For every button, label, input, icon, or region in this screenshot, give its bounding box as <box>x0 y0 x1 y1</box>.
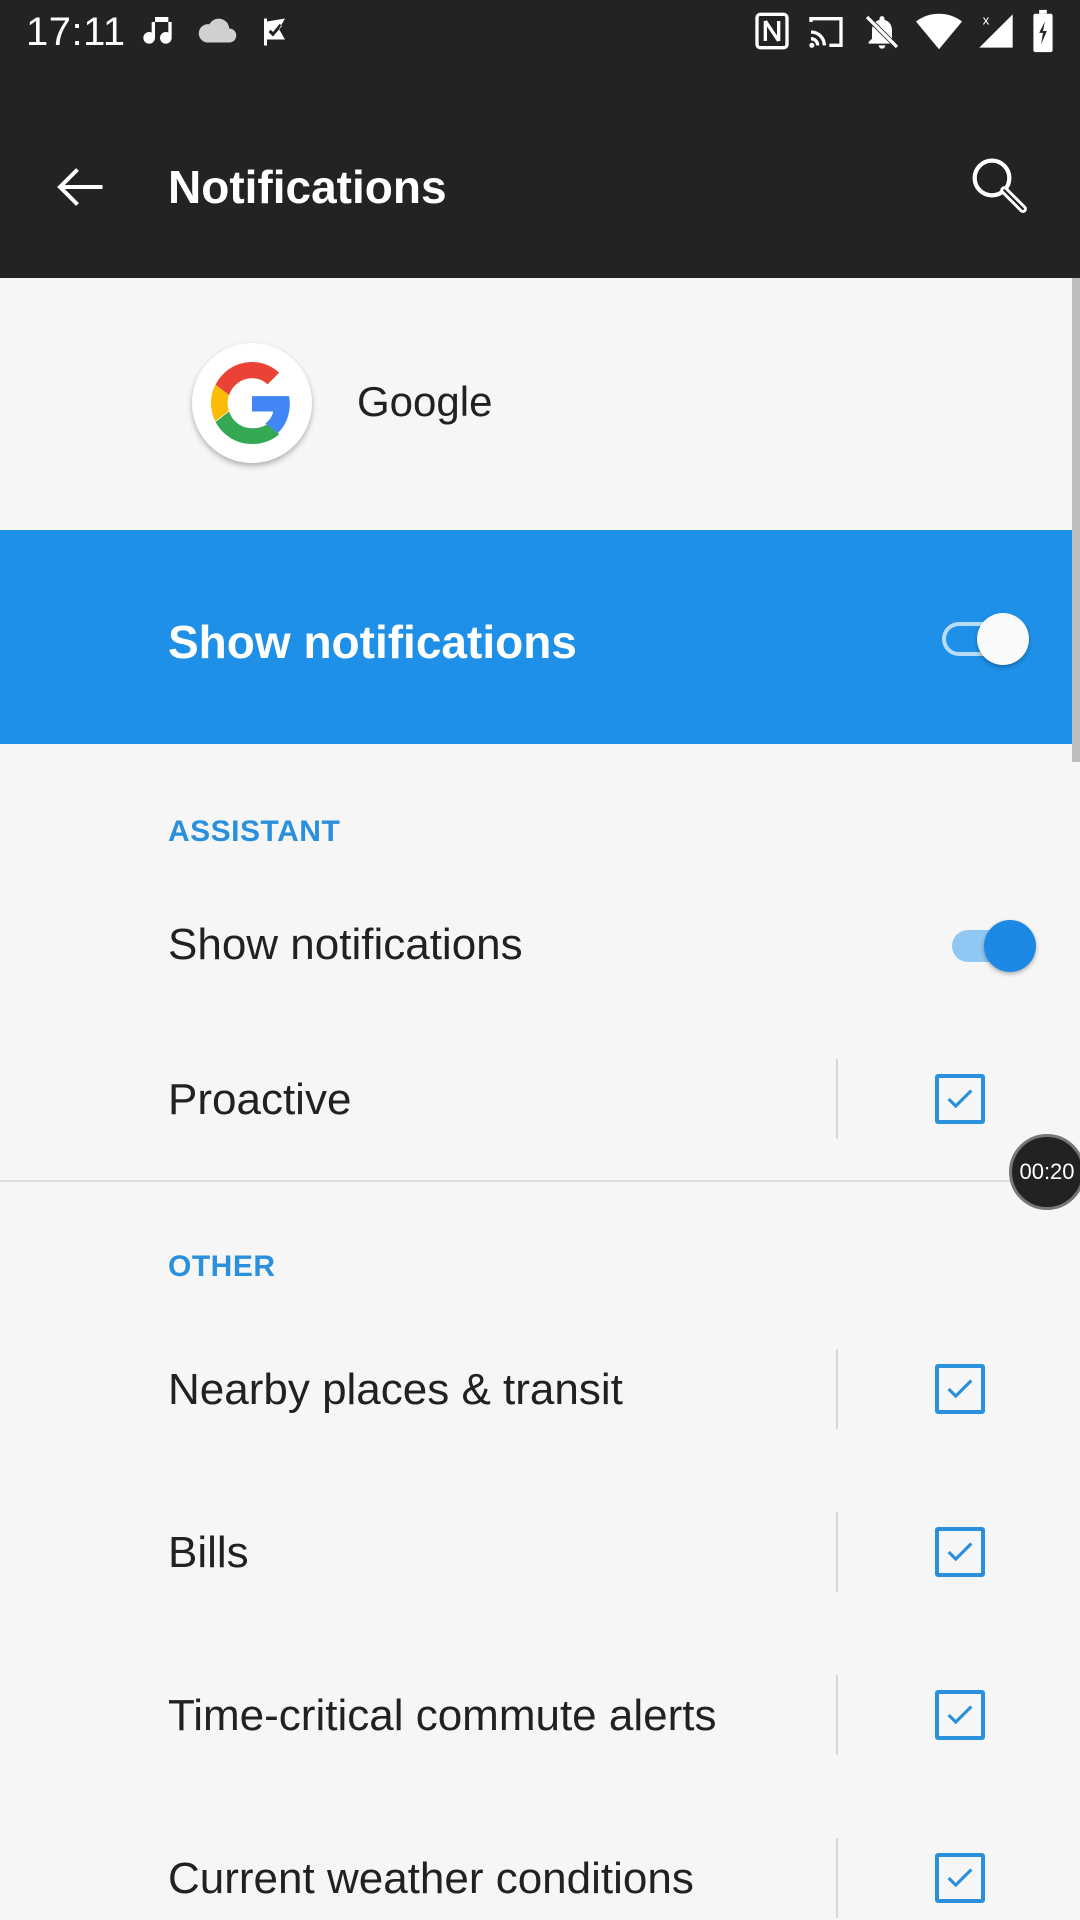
row-divider <box>836 1512 838 1592</box>
weather-checkbox[interactable] <box>935 1853 985 1903</box>
proactive-checkbox[interactable] <box>935 1074 985 1124</box>
cloud-icon <box>198 18 237 43</box>
check-icon <box>947 1705 973 1725</box>
music-note-icon <box>143 17 172 44</box>
cast-icon <box>809 17 843 48</box>
battery-charging-icon <box>1033 9 1053 53</box>
scrollbar[interactable] <box>1072 278 1080 762</box>
section-header-other: OTHER <box>168 1250 276 1283</box>
page-title: Notifications <box>168 161 447 213</box>
nearby-places-checkbox[interactable] <box>935 1364 985 1414</box>
arrow-back-icon[interactable] <box>50 157 110 217</box>
list-item-label: Time-critical commute alerts <box>168 1691 717 1740</box>
status-bar: 17:11 x <box>0 0 1080 64</box>
row-divider <box>836 1838 838 1918</box>
row-divider <box>836 1675 838 1755</box>
check-icon <box>947 1379 973 1399</box>
check-flag-icon <box>264 18 285 46</box>
check-icon <box>947 1089 973 1109</box>
commute-alerts-checkbox[interactable] <box>935 1690 985 1740</box>
nfc-icon <box>755 12 789 50</box>
list-item-label: Current weather conditions <box>168 1854 694 1903</box>
wifi-icon <box>916 13 962 50</box>
assistant-switch-thumb[interactable] <box>984 920 1036 972</box>
app-name: Google <box>357 378 493 425</box>
row-divider <box>836 1349 838 1429</box>
row-divider <box>836 1059 838 1139</box>
check-icon <box>947 1868 973 1888</box>
master-show-notifications-row[interactable]: Show notifications <box>0 530 1080 744</box>
signal-icon: x <box>979 12 1013 48</box>
app-header: Google <box>0 278 1080 530</box>
app-bar: Notifications <box>0 64 1080 278</box>
list-item-label: Bills <box>168 1528 249 1577</box>
notifications-off-icon <box>865 15 899 49</box>
status-time: 17:11 <box>26 10 126 54</box>
list-item-label: Proactive <box>168 1075 352 1124</box>
master-switch-thumb[interactable] <box>977 613 1029 665</box>
check-icon <box>947 1542 973 1562</box>
assistant-show-notifications-label: Show notifications <box>168 920 523 969</box>
master-show-notifications-label: Show notifications <box>168 616 577 668</box>
section-header-assistant: ASSISTANT <box>168 815 341 848</box>
search-icon[interactable] <box>968 154 1032 218</box>
section-divider <box>0 1180 1080 1182</box>
google-logo-icon <box>192 343 312 463</box>
bills-checkbox[interactable] <box>935 1527 985 1577</box>
recording-timer-badge[interactable]: 00:20 <box>1009 1134 1080 1210</box>
list-item-label: Nearby places & transit <box>168 1365 623 1414</box>
svg-text:x: x <box>983 12 990 27</box>
